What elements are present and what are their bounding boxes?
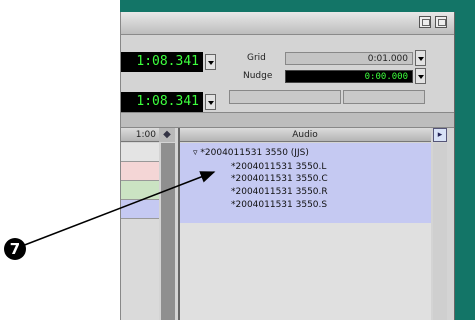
callout-arrow (21, 171, 216, 247)
callout-number-badge: 7 (4, 238, 26, 260)
